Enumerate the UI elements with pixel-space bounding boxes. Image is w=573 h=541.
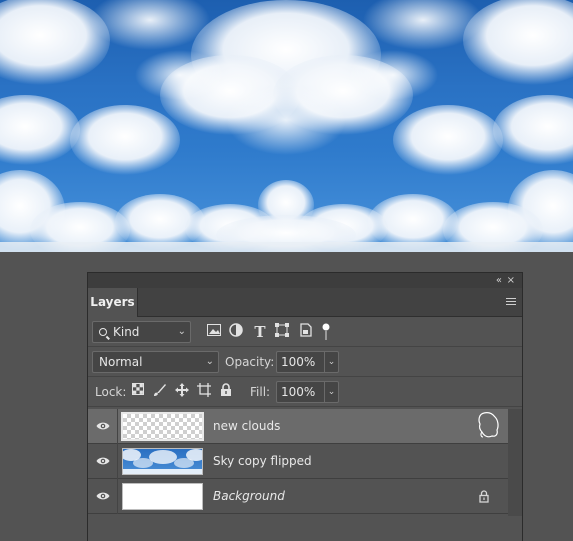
image-filter-icon[interactable] bbox=[205, 323, 223, 341]
chevron-down-icon: ⌄ bbox=[205, 356, 214, 367]
adjustment-filter-icon[interactable] bbox=[227, 323, 245, 341]
layer-thumbnail-white[interactable] bbox=[122, 483, 203, 510]
layer-filter-row: Kind ⌄ T bbox=[88, 317, 522, 347]
layer-thumbnail-sky[interactable] bbox=[122, 448, 203, 475]
layer-row-background[interactable]: Background bbox=[88, 479, 508, 514]
layer-list: new clouds Sky copy flipped Background bbox=[88, 409, 508, 514]
type-filter-icon[interactable]: T bbox=[251, 323, 269, 341]
lock-position-icon[interactable] bbox=[174, 383, 190, 401]
lock-label: Lock: bbox=[95, 385, 127, 399]
lock-transparent-icon[interactable] bbox=[130, 383, 146, 401]
lock-image-icon[interactable] bbox=[152, 383, 168, 401]
shape-filter-icon[interactable] bbox=[273, 323, 291, 341]
lock-all-icon[interactable] bbox=[218, 383, 234, 401]
layer-name[interactable]: new clouds bbox=[213, 409, 280, 444]
panel-tab-bar: Layers bbox=[88, 288, 522, 317]
blend-mode-value: Normal bbox=[99, 355, 143, 369]
layer-list-scrollbar[interactable] bbox=[508, 409, 522, 516]
panel-title-bar[interactable]: « × bbox=[88, 273, 522, 288]
layer-name[interactable]: Sky copy flipped bbox=[213, 444, 312, 479]
close-panel-icon[interactable]: × bbox=[507, 273, 515, 288]
layer-thumbnail-transparent[interactable] bbox=[121, 412, 204, 441]
canvas-image bbox=[0, 0, 573, 252]
sky-clouds-image bbox=[0, 0, 573, 252]
fill-field[interactable]: 100% ⌄ bbox=[276, 381, 339, 403]
opacity-label: Opacity: bbox=[225, 355, 275, 369]
layer-row-new-clouds[interactable]: new clouds bbox=[88, 409, 508, 444]
panel-menu-icon[interactable] bbox=[506, 298, 516, 306]
opacity-value: 100% bbox=[281, 355, 316, 369]
layer-name[interactable]: Background bbox=[213, 479, 285, 514]
chevron-down-icon[interactable]: ⌄ bbox=[324, 352, 338, 372]
collapse-panel-icon[interactable]: « bbox=[496, 273, 502, 288]
layers-panel: « × Layers Kind ⌄ T Normal ⌄ Opacity: 10… bbox=[87, 272, 523, 541]
fill-label: Fill: bbox=[250, 385, 271, 399]
tab-layers[interactable]: Layers bbox=[88, 288, 138, 317]
lock-row: Lock: Fill: 100% ⌄ bbox=[88, 377, 522, 407]
visibility-eye-icon[interactable] bbox=[96, 420, 110, 430]
filter-kind-select[interactable]: Kind ⌄ bbox=[92, 321, 191, 343]
fill-value: 100% bbox=[281, 385, 316, 399]
layer-row-sky-copy-flipped[interactable]: Sky copy flipped bbox=[88, 444, 508, 479]
layer-lock-icon bbox=[478, 490, 490, 503]
chevron-down-icon: ⌄ bbox=[177, 326, 186, 337]
visibility-eye-icon[interactable] bbox=[96, 455, 110, 465]
filter-toggle-icon[interactable] bbox=[317, 323, 335, 341]
opacity-field[interactable]: 100% ⌄ bbox=[276, 351, 339, 373]
divider bbox=[117, 479, 118, 514]
visibility-eye-icon[interactable] bbox=[96, 490, 110, 500]
blend-row: Normal ⌄ Opacity: 100% ⌄ bbox=[88, 347, 522, 377]
search-icon bbox=[99, 328, 107, 336]
filter-kind-label: Kind bbox=[113, 325, 140, 339]
chevron-down-icon[interactable]: ⌄ bbox=[324, 382, 338, 402]
lock-artboard-icon[interactable] bbox=[196, 383, 212, 401]
divider bbox=[117, 444, 118, 479]
panel-footer bbox=[88, 516, 522, 541]
lasso-cursor-icon bbox=[476, 410, 500, 440]
smart-object-filter-icon[interactable] bbox=[297, 323, 315, 341]
divider bbox=[117, 409, 118, 444]
blend-mode-select[interactable]: Normal ⌄ bbox=[92, 351, 219, 373]
